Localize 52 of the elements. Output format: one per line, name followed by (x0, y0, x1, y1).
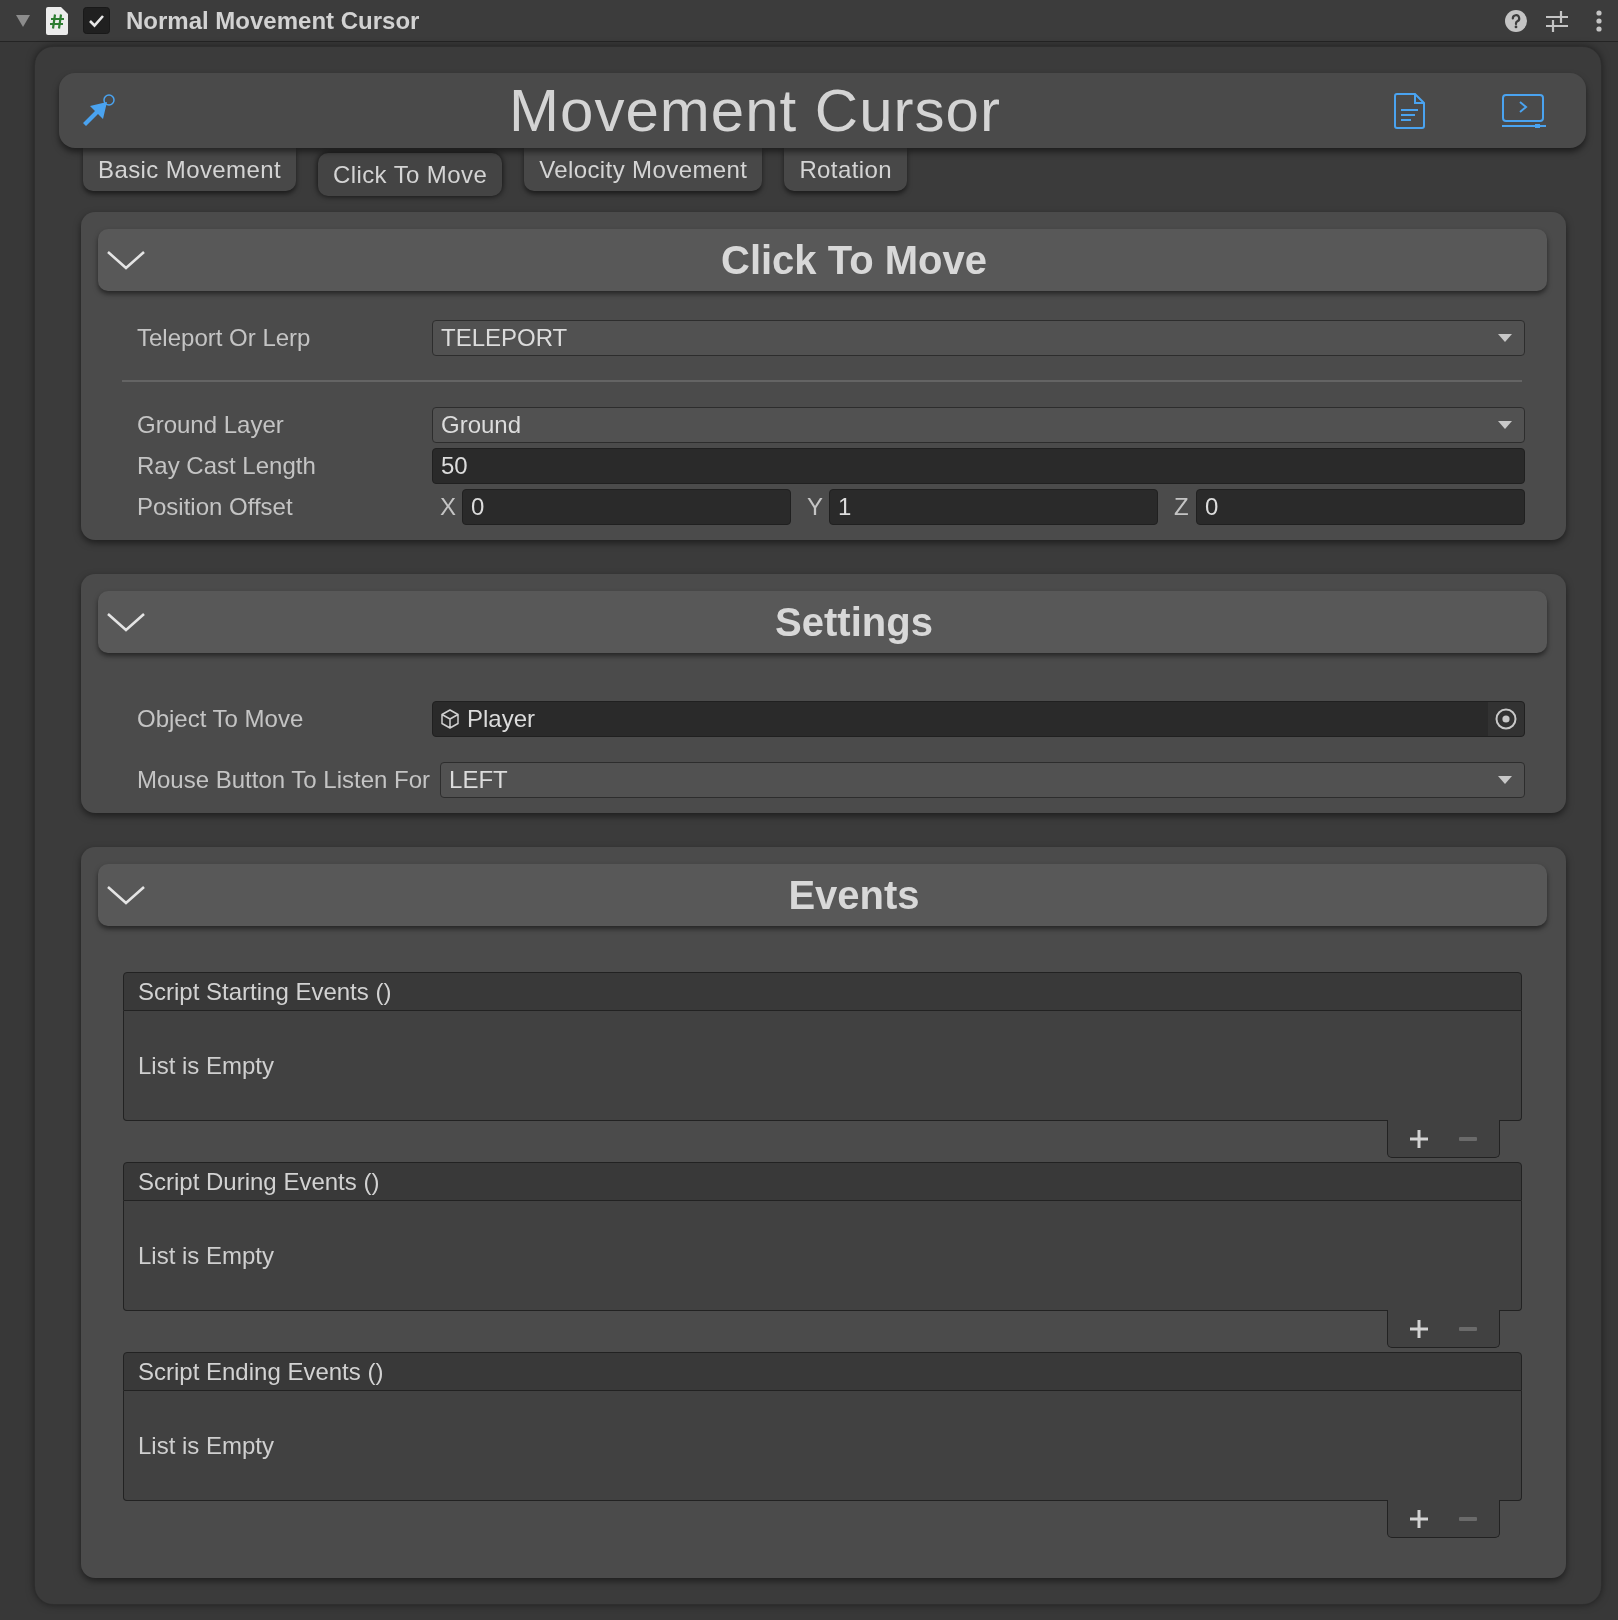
help-icon[interactable] (1505, 9, 1527, 32)
minus-icon (1459, 1136, 1477, 1141)
enable-checkbox[interactable] (83, 7, 110, 34)
caret-icon (1498, 776, 1512, 784)
script-file-icon (46, 6, 68, 35)
caret-icon (1498, 421, 1512, 429)
field-label: Object To Move (137, 705, 305, 733)
tab[interactable]: Click To Move (318, 153, 503, 196)
kebab-menu-icon[interactable] (1596, 9, 1602, 32)
number-field[interactable]: 50 (432, 448, 1525, 484)
axis-label: X (439, 493, 457, 521)
tab[interactable]: Basic Movement (83, 148, 296, 191)
axis-label: Y (806, 493, 824, 521)
section-foldout[interactable]: Click To Move (98, 229, 1547, 291)
section-foldout[interactable]: Events (98, 864, 1547, 926)
foldout-triangle-icon[interactable] (16, 14, 30, 27)
empty-list-text: List is Empty (138, 1051, 275, 1080)
number-field[interactable]: 0 (462, 489, 791, 525)
component-title: Normal Movement Cursor (126, 6, 420, 35)
dropdown-field[interactable]: TELEPORT (432, 320, 1525, 356)
number-field[interactable]: 0 (1196, 489, 1525, 525)
object-field[interactable]: Player (432, 701, 1525, 737)
section-foldout[interactable]: Settings (98, 591, 1547, 653)
plus-icon (1409, 1508, 1429, 1529)
empty-list-text: List is Empty (138, 1431, 275, 1460)
target-icon (1495, 708, 1517, 730)
field-label: Ground Layer (137, 411, 285, 439)
document-icon[interactable] (1394, 92, 1426, 129)
object-picker-button[interactable] (1488, 702, 1524, 736)
tab[interactable]: Rotation (784, 148, 907, 191)
banner-title: Movement Cursor (508, 76, 1002, 145)
field-label: Mouse Button To Listen For (137, 766, 432, 794)
field-label: Ray Cast Length (137, 452, 317, 480)
plus-icon (1409, 1318, 1429, 1339)
minus-icon (1459, 1326, 1477, 1331)
event-list-header: Script During Events () (123, 1162, 1522, 1201)
field-label: Teleport Or Lerp (137, 324, 312, 352)
sliders-icon[interactable] (1546, 9, 1568, 32)
dropdown-field[interactable]: Ground (432, 407, 1525, 443)
caret-icon (1498, 334, 1512, 342)
field-label: Position Offset (137, 493, 294, 521)
dropdown-field[interactable]: LEFT (440, 762, 1525, 798)
tab[interactable]: Velocity Movement (524, 148, 763, 191)
minus-icon (1459, 1516, 1477, 1521)
axis-label: Z (1173, 493, 1190, 521)
event-list-header: Script Starting Events () (123, 972, 1522, 1011)
empty-list-text: List is Empty (138, 1241, 275, 1270)
event-list-header: Script Ending Events () (123, 1352, 1522, 1391)
cube-icon (441, 709, 459, 729)
console-screen-icon[interactable] (1501, 93, 1547, 128)
number-field[interactable]: 1 (829, 489, 1158, 525)
plus-icon (1409, 1128, 1429, 1149)
